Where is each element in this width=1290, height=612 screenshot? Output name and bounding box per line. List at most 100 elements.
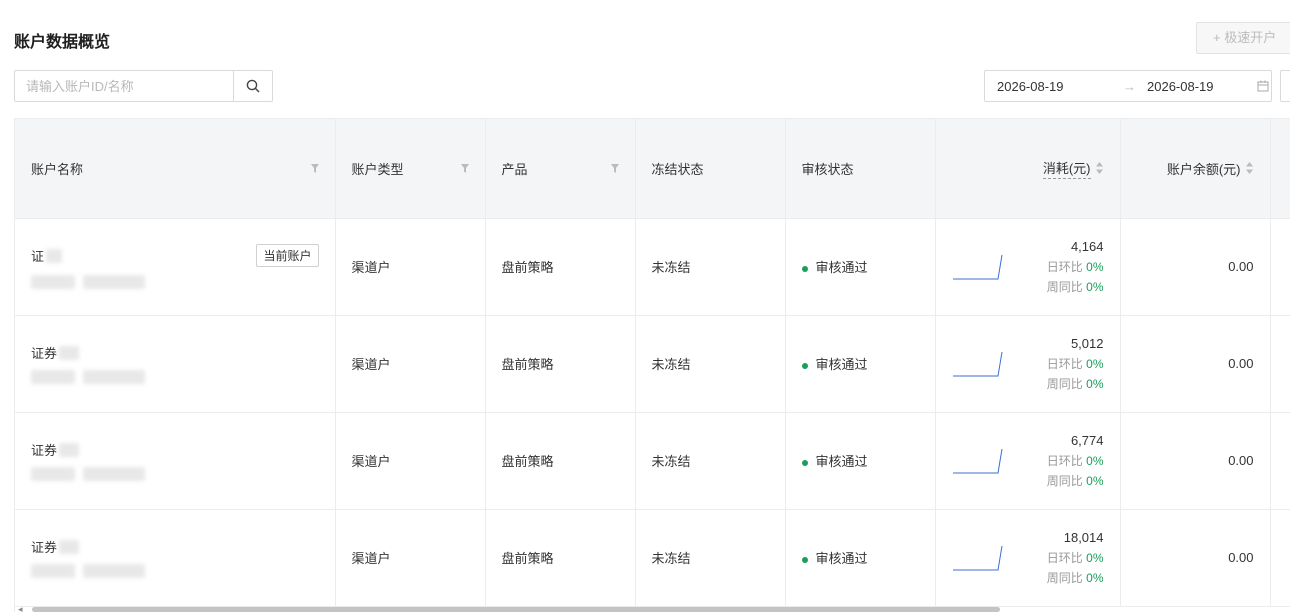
table-row[interactable]: 证 当前账户 渠道户 盘前策略 未冻结 审核通过 4,164 日环比 0% 周同… — [15, 218, 1290, 316]
col-cutoff — [1270, 119, 1290, 219]
day-ratio-label: 日环比 — [1046, 259, 1083, 274]
cell-freeze-status: 未冻结 — [635, 509, 786, 607]
week-ratio-value: 0% — [1086, 570, 1104, 585]
account-name[interactable]: 证券 — [31, 343, 57, 362]
cell-product: 盘前策略 — [485, 509, 636, 607]
date-start[interactable]: 2026-08-19 — [997, 79, 1097, 94]
account-name[interactable]: 证券 — [31, 537, 57, 556]
sort-icon[interactable] — [1245, 161, 1254, 175]
account-name[interactable]: 证券 — [31, 440, 57, 459]
review-status-text: 审核通过 — [815, 260, 868, 275]
cell-account-type: 渠道户 — [335, 509, 486, 607]
redacted-account-id — [31, 467, 319, 481]
horizontal-scrollbar[interactable] — [32, 607, 1000, 612]
cell-balance: 0.00 — [1120, 412, 1271, 510]
cell-freeze-status: 未冻结 — [635, 315, 786, 413]
cell-review-status: 审核通过 — [785, 315, 936, 413]
col-cost[interactable]: 消耗(元) — [935, 119, 1121, 219]
status-dot-icon — [801, 556, 808, 563]
cell-cost: 18,014 日环比 0% 周同比 0% — [935, 509, 1121, 607]
scroll-left-arrow-icon[interactable]: ◂ — [18, 604, 23, 612]
cell-balance: 0.00 — [1120, 509, 1271, 607]
cell-balance: 0.00 — [1120, 315, 1271, 413]
current-account-tag: 当前账户 — [256, 244, 319, 267]
calendar-icon — [1257, 80, 1269, 92]
search-button[interactable] — [233, 71, 272, 101]
day-ratio-label: 日环比 — [1046, 453, 1083, 468]
col-account-name-label: 账户名称 — [31, 161, 84, 177]
cell-account-type: 渠道户 — [335, 412, 486, 510]
status-dot-icon — [801, 265, 808, 272]
day-ratio-value: 0% — [1086, 356, 1104, 371]
cost-value: 6,774 — [1070, 432, 1104, 448]
table-row[interactable]: 证券 渠道户 盘前策略 未冻结 审核通过 18,014 日环比 0% 周同比 0… — [15, 509, 1290, 607]
sparkline-chart — [952, 545, 1002, 570]
quick-open-account-button[interactable]: + 极速开户 — [1196, 22, 1290, 54]
search-icon — [246, 79, 260, 93]
day-ratio-value: 0% — [1086, 550, 1104, 565]
table-row[interactable]: 证券 渠道户 盘前策略 未冻结 审核通过 5,012 日环比 0% 周同比 0% — [15, 315, 1290, 413]
cell-review-status: 审核通过 — [785, 509, 936, 607]
col-product-label: 产品 — [501, 161, 528, 177]
account-table: 账户名称 账户类型 产品 冻结状态 审核状态 消耗(元) 账户余额(元) 证 当… — [14, 118, 1290, 612]
cost-value: 5,012 — [1070, 335, 1104, 351]
day-ratio-label: 日环比 — [1046, 356, 1083, 371]
cell-account-name[interactable]: 证 当前账户 — [15, 218, 336, 316]
cost-value: 18,014 — [1063, 529, 1104, 545]
redacted-name — [59, 539, 80, 554]
cell-account-name[interactable]: 证券 — [15, 509, 336, 607]
date-separator: → — [1123, 78, 1136, 94]
review-status-text: 审核通过 — [815, 551, 868, 566]
col-review-status-label: 审核状态 — [801, 161, 854, 177]
table-row[interactable]: 证券 渠道户 盘前策略 未冻结 审核通过 6,774 日环比 0% 周同比 0% — [15, 412, 1290, 510]
sparkline-chart — [952, 448, 1002, 473]
cell-cutoff — [1270, 218, 1290, 316]
date-end[interactable]: 2026-08-19 — [1147, 79, 1247, 94]
date-range-picker[interactable]: 2026-08-19 → 2026-08-19 — [984, 70, 1272, 102]
cell-account-name[interactable]: 证券 — [15, 315, 336, 413]
week-ratio-label: 周同比 — [1046, 570, 1083, 585]
review-status-text: 审核通过 — [815, 454, 868, 469]
week-ratio-label: 周同比 — [1046, 279, 1083, 294]
status-dot-icon — [801, 362, 808, 369]
col-account-name: 账户名称 — [15, 119, 336, 219]
sort-icon[interactable] — [1095, 161, 1104, 175]
cell-account-type: 渠道户 — [335, 315, 486, 413]
redacted-account-id — [31, 275, 319, 289]
week-ratio-value: 0% — [1086, 473, 1104, 488]
filter-icon[interactable] — [460, 163, 469, 173]
cell-product: 盘前策略 — [485, 412, 636, 510]
week-ratio-label: 周同比 — [1046, 473, 1083, 488]
col-account-type: 账户类型 — [335, 119, 486, 219]
cell-cost: 6,774 日环比 0% 周同比 0% — [935, 412, 1121, 510]
page-title: 账户数据概览 — [14, 34, 111, 51]
filter-icon[interactable] — [310, 163, 319, 173]
cell-account-name[interactable]: 证券 — [15, 412, 336, 510]
extra-control[interactable] — [1280, 70, 1290, 102]
redacted-account-id — [31, 564, 319, 578]
week-ratio-value: 0% — [1086, 279, 1104, 294]
week-ratio-label: 周同比 — [1046, 376, 1083, 391]
week-ratio-value: 0% — [1086, 376, 1104, 391]
review-status-text: 审核通过 — [815, 357, 868, 372]
col-freeze-status: 冻结状态 — [635, 119, 786, 219]
search-input[interactable] — [15, 71, 233, 101]
status-dot-icon — [801, 459, 808, 466]
account-name[interactable]: 证 — [31, 246, 44, 265]
cell-freeze-status: 未冻结 — [635, 412, 786, 510]
search-box — [14, 70, 273, 102]
col-balance-label: 账户余额(元) — [1166, 161, 1241, 177]
col-freeze-status-label: 冻结状态 — [651, 161, 704, 177]
cell-product: 盘前策略 — [485, 218, 636, 316]
col-balance[interactable]: 账户余额(元) — [1120, 119, 1271, 219]
cell-review-status: 审核通过 — [785, 218, 936, 316]
day-ratio-value: 0% — [1086, 453, 1104, 468]
cell-freeze-status: 未冻结 — [635, 218, 786, 316]
col-review-status: 审核状态 — [785, 119, 936, 219]
table-header-row: 账户名称 账户类型 产品 冻结状态 审核状态 消耗(元) 账户余额(元) — [15, 119, 1290, 219]
day-ratio-value: 0% — [1086, 259, 1104, 274]
filter-icon[interactable] — [610, 163, 619, 173]
sparkline-chart — [952, 351, 1002, 376]
cell-cost: 4,164 日环比 0% 周同比 0% — [935, 218, 1121, 316]
cell-product: 盘前策略 — [485, 315, 636, 413]
